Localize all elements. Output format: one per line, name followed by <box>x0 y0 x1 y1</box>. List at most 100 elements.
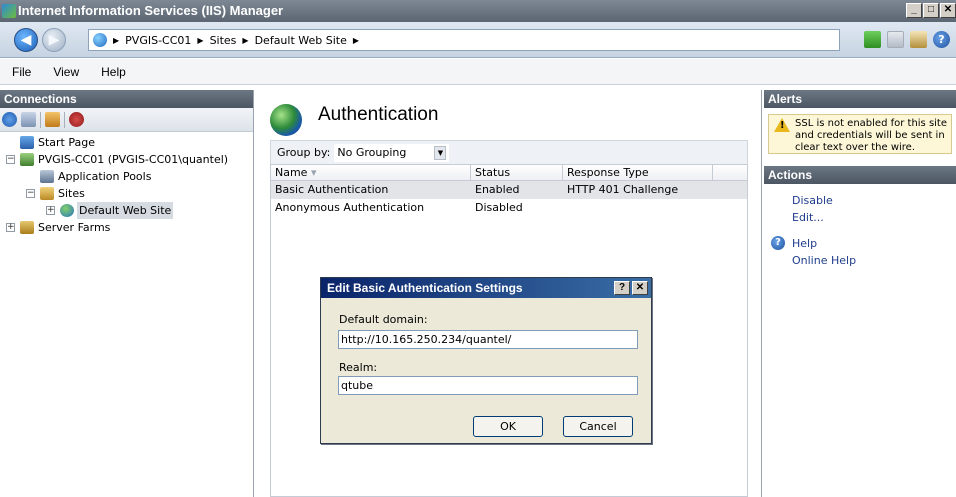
help-action[interactable]: ? Help <box>764 235 956 252</box>
address-breadcrumb[interactable]: ▶ PVGIS-CC01 ▶ Sites ▶ Default Web Site … <box>88 29 840 51</box>
tree-label: Sites <box>58 187 85 200</box>
connect-icon[interactable] <box>2 112 17 127</box>
connections-pane: Connections Start Page − PVGIS-CC01 (PVG… <box>0 90 254 497</box>
column-header-status[interactable]: Status <box>471 165 563 180</box>
column-name-label: Name <box>275 166 308 179</box>
tree-item-default-web-site[interactable]: + Default Web Site <box>0 202 253 219</box>
menu-help[interactable]: Help <box>101 65 126 79</box>
menu-view[interactable]: View <box>53 65 79 79</box>
tree-item-application-pools[interactable]: Application Pools <box>0 168 253 185</box>
cell-status: Disabled <box>475 201 523 214</box>
iis-app-icon <box>2 4 16 18</box>
breadcrumb-server[interactable]: PVGIS-CC01 <box>125 34 191 47</box>
page-title: Authentication <box>318 104 439 125</box>
navigation-bar: ◀ ▶ ▶ PVGIS-CC01 ▶ Sites ▶ Default Web S… <box>0 22 956 58</box>
expand-icon[interactable]: + <box>6 223 15 232</box>
breadcrumb-separator-icon[interactable]: ▶ <box>197 36 203 45</box>
dialog-close-button[interactable]: ✕ <box>632 281 648 295</box>
cell-response-type <box>563 199 713 217</box>
sort-arrow-icon: ▾ <box>310 166 317 179</box>
realm-label: Realm: <box>339 361 378 374</box>
tree-label: Default Web Site <box>77 202 174 219</box>
website-globe-icon <box>60 204 74 217</box>
cell-status: Enabled <box>475 183 520 196</box>
tree-item-server[interactable]: − PVGIS-CC01 (PVGIS-CC01\quantel) <box>0 151 253 168</box>
breadcrumb-separator-icon[interactable]: ▶ <box>242 36 248 45</box>
edit-action[interactable]: Edit... <box>764 209 956 226</box>
help-icon: ? <box>771 236 785 250</box>
tree-label: Start Page <box>38 136 95 149</box>
connections-toolbar <box>0 108 253 132</box>
authentication-globe-icon <box>270 104 302 136</box>
stop-icon[interactable] <box>887 31 904 48</box>
actions-pane: Alerts SSL is not enabled for this site … <box>764 90 956 497</box>
forward-button[interactable]: ▶ <box>42 28 66 52</box>
toolbar-divider <box>64 111 65 128</box>
tree-item-sites[interactable]: − Sites <box>0 185 253 202</box>
alerts-header: Alerts <box>764 90 956 108</box>
online-help-action[interactable]: Online Help <box>764 252 956 269</box>
toolbar-divider <box>40 111 41 128</box>
tree-item-server-farms[interactable]: + Server Farms <box>0 219 253 236</box>
column-header-name[interactable]: Name ▾ <box>271 165 471 180</box>
cell-response-type: HTTP 401 Challenge <box>567 183 679 196</box>
breadcrumb-sites[interactable]: Sites <box>210 34 237 47</box>
ssl-alert: SSL is not enabled for this site and cre… <box>768 114 952 154</box>
dialog-titlebar: Edit Basic Authentication Settings ? ✕ <box>321 278 651 298</box>
close-window-button[interactable]: ✕ <box>940 3 956 18</box>
window-title: Internet Information Services (IIS) Mana… <box>18 3 284 18</box>
start-page-icon <box>20 136 34 149</box>
refresh-icon[interactable] <box>864 31 881 48</box>
window-titlebar: Internet Information Services (IIS) Mana… <box>0 0 956 22</box>
cell-name: Anonymous Authentication <box>275 201 425 214</box>
minimize-button[interactable]: _ <box>906 3 922 18</box>
cancel-button[interactable]: Cancel <box>563 416 633 437</box>
tree-label: Application Pools <box>58 170 152 183</box>
connections-tree: Start Page − PVGIS-CC01 (PVGIS-CC01\quan… <box>0 132 253 236</box>
breadcrumb-separator-icon[interactable]: ▶ <box>353 36 359 45</box>
breadcrumb-separator-icon[interactable]: ▶ <box>113 36 119 45</box>
column-header-response-type[interactable]: Response Type <box>563 165 713 180</box>
sites-folder-icon <box>40 187 54 200</box>
save-icon[interactable] <box>21 112 36 127</box>
dropdown-arrow-icon[interactable]: ▼ <box>434 145 447 160</box>
table-row[interactable]: Anonymous Authentication Disabled <box>271 199 747 217</box>
actions-header: Actions <box>764 166 956 184</box>
default-domain-label: Default domain: <box>339 313 428 326</box>
breadcrumb-default-web-site[interactable]: Default Web Site <box>255 34 347 47</box>
help-icon[interactable]: ? <box>933 31 950 48</box>
tree-label: PVGIS-CC01 (PVGIS-CC01\quantel) <box>38 153 229 166</box>
home-icon[interactable] <box>910 31 927 48</box>
realm-field[interactable]: qtube <box>338 376 638 395</box>
maximize-button[interactable]: □ <box>923 3 939 18</box>
group-by-select[interactable]: No Grouping ▼ <box>334 143 450 162</box>
expand-icon[interactable]: + <box>46 206 55 215</box>
group-by-bar: Group by: No Grouping ▼ <box>270 140 748 164</box>
help-action-label: Help <box>792 237 818 250</box>
default-domain-field[interactable]: http://10.165.250.234/quantel/ <box>338 330 638 349</box>
disconnect-icon[interactable] <box>69 112 84 127</box>
up-level-icon[interactable] <box>45 112 60 127</box>
tree-item-start-page[interactable]: Start Page <box>0 134 253 151</box>
group-by-value: No Grouping <box>337 145 407 159</box>
tree-label: Server Farms <box>38 221 111 234</box>
warning-icon <box>774 118 790 132</box>
dialog-help-button[interactable]: ? <box>614 281 630 295</box>
connections-header: Connections <box>0 90 253 108</box>
back-button[interactable]: ◀ <box>14 28 38 52</box>
edit-basic-auth-dialog: Edit Basic Authentication Settings ? ✕ D… <box>320 277 652 444</box>
ok-button[interactable]: OK <box>473 416 543 437</box>
dialog-title: Edit Basic Authentication Settings <box>327 281 523 295</box>
disable-action[interactable]: Disable <box>764 192 956 209</box>
alert-message: SSL is not enabled for this site and cre… <box>795 118 948 153</box>
server-icon <box>20 153 34 166</box>
collapse-icon[interactable]: − <box>26 189 35 198</box>
menu-bar: File View Help <box>0 59 956 85</box>
table-row[interactable]: Basic Authentication Enabled HTTP 401 Ch… <box>271 181 747 199</box>
menu-file[interactable]: File <box>12 65 31 79</box>
globe-icon <box>93 33 107 47</box>
grid-header: Name ▾ Status Response Type <box>271 165 747 181</box>
server-farm-icon <box>20 221 34 234</box>
collapse-icon[interactable]: − <box>6 155 15 164</box>
app-pool-icon <box>40 170 54 183</box>
